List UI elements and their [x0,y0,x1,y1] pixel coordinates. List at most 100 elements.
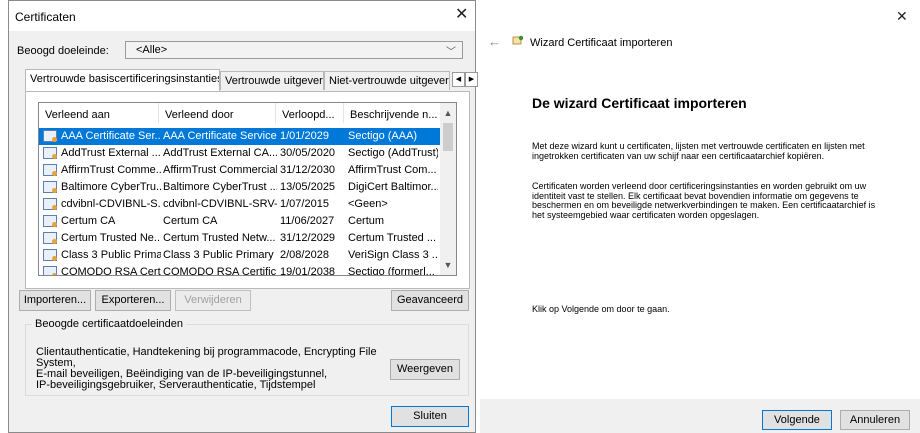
dialog-title: Certificaten [15,10,76,24]
column-friendly-name[interactable]: Beschrijvende n... [344,103,441,123]
table-row[interactable]: Certum Trusted Ne... Certum Trusted Netw.… [39,230,441,247]
certificate-list[interactable]: Verleend aan Verleend door Verloopd... B… [38,102,457,276]
row-cell-issued-by: AAA Certificate Services [163,130,277,142]
row-cell-expires: 30/05/2020 [280,147,336,159]
certificate-icon [43,215,57,227]
table-row[interactable]: COMODO RSA Cert... COMODO RSA Certific...… [39,264,441,276]
view-button[interactable]: Weergeven [390,359,460,380]
row-cell-issued-to: AddTrust External ... [61,147,161,159]
purpose-label: Beoogd doeleinde: [17,45,109,57]
import-wizard: ✕ ← Wizard Certificaat importeren De wiz… [480,0,920,433]
row-cell-friendly: <Geen> [348,198,388,210]
table-row[interactable]: AAA Certificate Ser... AAA Certificate Se… [39,128,441,145]
row-cell-expires: 13/05/2025 [280,181,336,193]
certificate-icon [43,147,57,159]
close-icon[interactable]: ✕ [896,8,908,24]
column-issued-by[interactable]: Verleend door [159,103,276,123]
row-cell-friendly: AffirmTrust Com... [348,164,437,176]
back-arrow-icon[interactable]: ← [488,34,501,49]
scroll-up-icon[interactable]: ▲ [440,105,456,121]
certificate-icon [43,249,57,261]
store-tabs: Vertrouwde uitgevers Niet-vertrouwde uit… [25,69,478,91]
tab-trusted-root-authorities[interactable]: Vertrouwde basiscertificeringsinstanties [25,69,220,91]
text-line: het systeemgebied waar certificaten word… [532,209,760,220]
row-cell-issued-by: cdvibnl-CDVIBNL-SRV-... [163,198,277,210]
intended-purposes-text: Clientauthenticatie, Handtekening bij pr… [36,347,386,391]
row-cell-issued-by: COMODO RSA Certific... [163,266,277,276]
intended-purposes-group: Beoogde certificaatdoeleinden Clientauth… [25,318,469,396]
next-button[interactable]: Volgende [762,410,832,430]
certificate-wizard-icon [512,35,524,45]
table-row[interactable]: Class 3 Public Prima... Class 3 Public Pr… [39,247,441,264]
certificate-icon [43,164,57,176]
row-cell-issued-by: AddTrust External CA... [163,147,277,159]
certificate-icon [43,130,57,142]
purpose-dropdown[interactable]: <Alle> ﹀ [125,41,463,59]
row-cell-expires: 1/01/2029 [280,130,329,142]
row-cell-friendly: Sectigo (AAA) [348,130,418,142]
row-cell-friendly: Sectigo (formerl... [348,266,435,276]
row-cell-issued-to: Class 3 Public Prima... [61,249,161,261]
row-cell-issued-to: Certum Trusted Ne... [61,232,161,244]
wizard-title: Wizard Certificaat importeren [530,37,673,49]
purpose-dropdown-value: <Alle> [136,44,168,56]
purpose-line: IP-beveiligingsgebruiker, Serverauthenti… [36,379,316,391]
row-cell-issued-to: cdvibnl-CDVIBNL-S... [61,198,161,210]
table-row[interactable]: AddTrust External ... AddTrust External C… [39,145,441,162]
table-row[interactable]: Certum CA Certum CA 11/06/2027 Certum [39,213,441,230]
certificate-icon [43,198,57,210]
row-cell-expires: 1/07/2015 [280,198,329,210]
row-cell-friendly: Certum Trusted ... [348,232,437,244]
intended-purposes-label: Beoogde certificaatdoeleinden [32,318,187,330]
tab-scroll-right-icon[interactable]: ▶ [465,72,478,87]
row-cell-issued-to: AAA Certificate Ser... [61,130,161,142]
wizard-button-bar: Volgende Annuleren [480,399,920,433]
row-cell-friendly: Certum [348,215,385,227]
row-cell-expires: 19/01/2038 [280,266,336,276]
certificates-titlebar: Certificaten ✕ [9,1,475,31]
row-cell-expires: 31/12/2029 [280,232,336,244]
row-cell-friendly: DigiCert Baltimor... [348,181,438,193]
tab-label: Vertrouwde uitgevers [225,75,324,87]
import-button[interactable]: Importeren... [19,290,91,311]
row-cell-issued-to: Certum CA [61,215,116,227]
cancel-button[interactable]: Annuleren [840,410,910,430]
export-button[interactable]: Exporteren... [95,290,171,311]
tab-label: Vertrouwde basiscertificeringsinstanties [30,73,220,85]
row-cell-expires: 2/08/2028 [280,249,329,261]
certificate-icon [43,232,57,244]
close-icon[interactable]: ✕ [455,7,468,23]
row-cell-issued-by: Class 3 Public Primary ... [163,249,277,261]
scroll-down-icon[interactable]: ▼ [440,257,456,273]
row-cell-friendly: VeriSign Class 3 ... [348,249,438,261]
wizard-next-hint: Klik op Volgende om door te gaan. [532,304,670,314]
column-expiration[interactable]: Verloopd... [276,103,344,123]
remove-button[interactable]: Verwijderen [175,290,251,311]
row-cell-issued-by: AffirmTrust Commercial [163,164,277,176]
table-row[interactable]: AffirmTrust Comme... AffirmTrust Commerci… [39,162,441,179]
column-issued-to[interactable]: Verleend aan [39,103,159,123]
row-cell-issued-to: COMODO RSA Cert... [61,266,161,276]
list-header: Verleend aan Verleend door Verloopd... B… [39,103,441,123]
row-cell-issued-by: Certum Trusted Netw... [163,232,276,244]
row-cell-friendly: Sectigo (AddTrust) [348,147,438,159]
row-cell-issued-to: AffirmTrust Comme... [61,164,161,176]
scroll-thumb[interactable] [443,123,453,151]
close-button[interactable]: Sluiten [391,406,469,427]
purpose-line: Clientauthenticatie, Handtekening bij pr… [36,346,377,369]
tab-panel: Verleend aan Verleend door Verloopd... B… [25,91,470,289]
table-row[interactable]: Baltimore CyberTru... Baltimore CyberTrus… [39,179,441,196]
row-cell-issued-by: Certum CA [163,215,218,227]
advanced-button[interactable]: Geavanceerd [391,290,469,311]
row-cell-issued-by: Baltimore CyberTrust ... [163,181,277,193]
text-line: ingetrokken certificaten van uw schijf n… [532,150,825,161]
list-scrollbar[interactable]: ▲ ▼ [440,103,456,275]
tab-scroll-left-icon[interactable]: ◀ [452,72,465,87]
tab-trusted-publishers[interactable]: Vertrouwde uitgevers [220,71,324,90]
tab-untrusted-publishers[interactable]: Niet-vertrouwde uitgever [324,71,450,90]
row-cell-issued-to: Baltimore CyberTru... [61,181,161,193]
table-row[interactable]: cdvibnl-CDVIBNL-S... cdvibnl-CDVIBNL-SRV-… [39,196,441,213]
row-cell-expires: 31/12/2030 [280,164,336,176]
certificate-icon [43,266,57,275]
certificate-icon [43,181,57,193]
